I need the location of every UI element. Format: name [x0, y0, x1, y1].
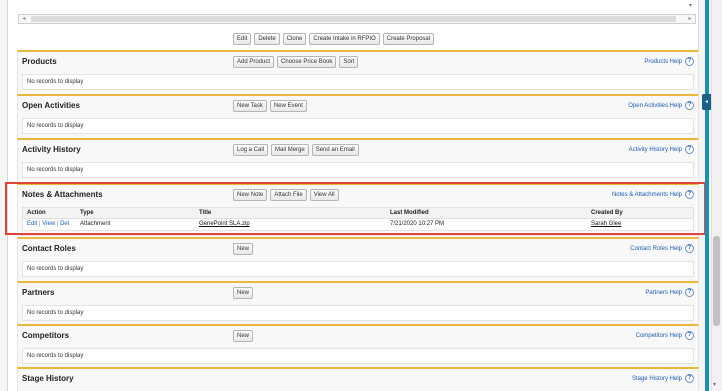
horizontal-scrollbar[interactable]: ◂ ▸: [18, 14, 696, 24]
sort-button[interactable]: Sort: [339, 56, 359, 68]
section-title: Activity History: [22, 145, 81, 154]
help-icon[interactable]: ?: [685, 145, 694, 154]
scroll-down-icon[interactable]: ▾: [713, 381, 716, 388]
stage-history-help-link[interactable]: Stage History Help: [632, 376, 682, 382]
help-icon[interactable]: ?: [685, 288, 694, 297]
column-header-last-modified: Last Modified: [390, 210, 429, 216]
contact-roles-section: Contact Roles New Contact Roles Help ? N…: [17, 237, 699, 282]
column-header-title: Title: [199, 210, 212, 216]
activity-history-help-link[interactable]: Activity History Help: [629, 147, 682, 153]
view-link[interactable]: View: [42, 221, 55, 227]
edit-link[interactable]: Edit: [27, 221, 37, 227]
empty-message: No records to display: [22, 162, 694, 178]
section-title: Stage History: [22, 374, 74, 383]
notes-table: Action Type Title Last Modified Created …: [22, 207, 694, 231]
notes-attachments-help-link[interactable]: Notes & Attachments Help: [612, 192, 682, 198]
side-panel-toggle[interactable]: ◂: [702, 94, 711, 110]
help-icon[interactable]: ?: [685, 57, 694, 66]
column-header-type: Type: [80, 210, 94, 216]
side-panel-bar: [705, 0, 709, 391]
create-proposal-button[interactable]: Create Proposal: [382, 33, 435, 45]
attachment-title-link[interactable]: GenePoint SLA.zip: [199, 221, 250, 227]
empty-message: No records to display: [22, 118, 694, 134]
vertical-scrollbar[interactable]: [711, 0, 722, 391]
table-row: Edit | View | Del Attachment GenePoint S…: [23, 219, 693, 230]
new-competitor-button[interactable]: New: [233, 330, 254, 342]
column-header-created-by: Created By: [591, 210, 623, 216]
competitors-help-link[interactable]: Competitors Help: [636, 333, 682, 339]
delete-link[interactable]: Del: [60, 221, 69, 227]
help-icon[interactable]: ?: [685, 374, 694, 383]
table-header-row: Action Type Title Last Modified Created …: [23, 208, 693, 219]
empty-message: No records to display: [22, 305, 694, 321]
section-title: Open Activities: [22, 101, 80, 110]
help-icon[interactable]: ?: [685, 190, 694, 199]
created-by-link[interactable]: Sarah Glee: [591, 221, 621, 227]
contact-roles-help-link[interactable]: Contact Roles Help: [630, 246, 682, 252]
detail-content: ▾ ◂ ▸ Edit Delete Clone Create Intake in…: [7, 0, 699, 391]
section-title: Partners: [22, 288, 55, 297]
clone-button[interactable]: Clone: [282, 33, 307, 45]
section-title: Products: [22, 57, 57, 66]
add-product-button[interactable]: Add Product: [233, 56, 275, 68]
empty-message: No records to display: [22, 261, 694, 277]
new-partner-button[interactable]: New: [233, 287, 254, 299]
delete-button[interactable]: Delete: [254, 33, 280, 45]
partners-help-link[interactable]: Partners Help: [645, 290, 682, 296]
scroll-right-icon[interactable]: ▸: [685, 15, 695, 23]
send-an-email-button[interactable]: Send an Email: [311, 144, 359, 156]
products-help-link[interactable]: Products Help: [644, 59, 682, 65]
view-all-button[interactable]: View All: [309, 189, 339, 201]
last-modified-value: 7/21/2020 10:27 PM: [390, 221, 445, 227]
new-event-button[interactable]: New Event: [269, 100, 307, 112]
record-action-buttons: Edit Delete Clone Create Intake in RFPIO…: [233, 33, 435, 45]
action-separator: |: [56, 221, 59, 227]
notes-attachments-section: Notes & Attachments New Note Attach File…: [17, 183, 699, 236]
choose-price-book-button[interactable]: Choose Price Book: [277, 56, 337, 68]
scroll-left-icon[interactable]: ◂: [19, 15, 29, 23]
empty-message: No records to display: [22, 348, 694, 364]
help-icon[interactable]: ?: [685, 244, 694, 253]
horizontal-scroll-thumb[interactable]: [31, 16, 676, 22]
action-separator: |: [39, 221, 41, 227]
section-title: Contact Roles: [22, 244, 76, 253]
empty-message: No records to display: [22, 74, 694, 90]
create-intake-rfpio-button[interactable]: Create Intake in RFPIO: [309, 33, 380, 45]
activity-history-section: Activity History Log a Call Mail Merge S…: [17, 138, 699, 183]
new-note-button[interactable]: New Note: [233, 189, 268, 201]
column-header-action: Action: [27, 210, 46, 216]
products-section: Products Add Product Choose Price Book S…: [17, 50, 699, 95]
collapse-arrow-icon: ◂: [704, 99, 708, 105]
partners-section: Partners New Partners Help ? No records …: [17, 281, 699, 326]
log-a-call-button[interactable]: Log a Call: [233, 144, 269, 156]
open-activities-section: Open Activities New Task New Event Open …: [17, 94, 699, 139]
competitors-section: Competitors New Competitors Help ? No re…: [17, 324, 699, 369]
attach-file-button[interactable]: Attach File: [270, 189, 307, 201]
row-actions: Edit | View | Del: [27, 221, 69, 227]
help-icon[interactable]: ?: [685, 331, 694, 340]
scroll-up-icon[interactable]: ▾: [689, 2, 692, 9]
help-icon[interactable]: ?: [685, 101, 694, 110]
new-task-button[interactable]: New Task: [233, 100, 267, 112]
attachment-type: Attachment: [80, 221, 111, 227]
section-title: Notes & Attachments: [22, 190, 103, 199]
vertical-scroll-thumb[interactable]: [713, 236, 720, 326]
stage-history-section: Stage History Stage History Help ?: [17, 367, 699, 391]
open-activities-help-link[interactable]: Open Activities Help: [628, 103, 682, 109]
new-contact-role-button[interactable]: New: [233, 243, 254, 255]
edit-button[interactable]: Edit: [233, 33, 252, 45]
mail-merge-button[interactable]: Mail Merge: [271, 144, 309, 156]
section-title: Competitors: [22, 331, 70, 340]
